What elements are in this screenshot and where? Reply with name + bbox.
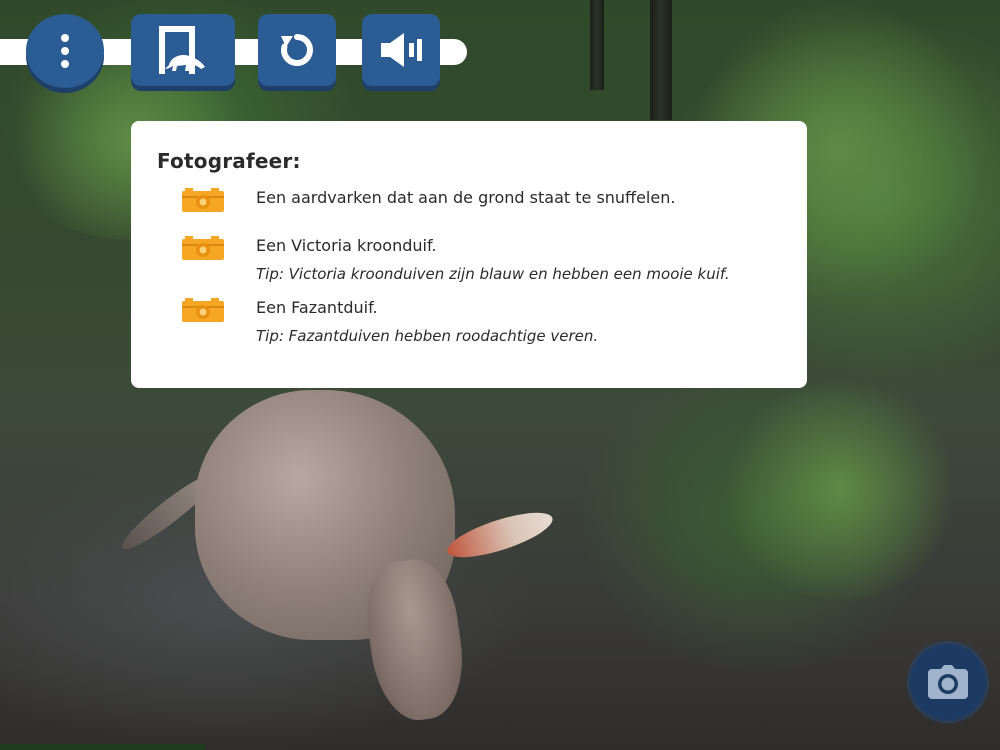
task-item: Een Victoria kroonduif. Tip: Victoria kr… <box>157 235 781 285</box>
aardvark-head <box>359 554 471 726</box>
task-tip: Tip: Fazantduiven hebben roodachtige ver… <box>256 327 599 345</box>
aardvark-ear <box>443 503 557 567</box>
task-item: Een aardvarken dat aan de grond staat te… <box>157 187 781 223</box>
tree-trunk <box>650 0 672 120</box>
camera-icon <box>182 188 224 212</box>
camera-icon <box>182 298 224 322</box>
sound-button[interactable] <box>362 14 440 86</box>
task-item: Een Fazantduif. Tip: Fazantduiven hebben… <box>157 297 781 347</box>
task-text: Een aardvarken dat aan de grond staat te… <box>256 188 676 207</box>
take-photo-button[interactable] <box>910 644 986 720</box>
menu-button[interactable] <box>26 14 104 88</box>
speaker-icon <box>381 33 422 67</box>
more-vertical-icon <box>61 34 69 68</box>
exit-door-aardvark-icon <box>159 26 205 74</box>
camera-icon <box>182 236 224 260</box>
task-text: Een Fazantduif. <box>256 298 378 317</box>
task-card-title: Fotografeer: <box>157 149 301 173</box>
exit-button[interactable] <box>131 14 235 86</box>
camera-icon <box>928 665 968 699</box>
foliage <box>720 380 960 600</box>
task-text: Een Victoria kroonduif. <box>256 236 437 255</box>
task-card: Fotografeer: Een aardvarken dat aan de g… <box>131 121 807 388</box>
restart-button[interactable] <box>258 14 336 86</box>
task-tip: Tip: Victoria kroonduiven zijn blauw en … <box>256 265 730 283</box>
progress-strip <box>0 744 205 750</box>
tree-trunk <box>590 0 604 90</box>
restart-icon <box>281 34 314 66</box>
